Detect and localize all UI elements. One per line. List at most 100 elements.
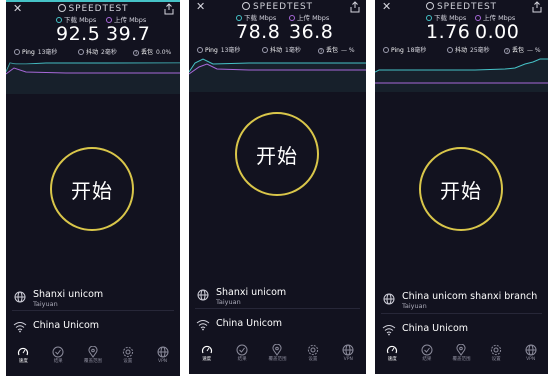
speedtest-screen-3: ✕ SPEEDTEST 下载 Mbps 1.76 上传 Mbps 0.00 Pi… xyxy=(375,0,548,374)
jitter-icon xyxy=(78,49,84,55)
speed-graph xyxy=(6,62,180,94)
location-icon xyxy=(272,344,282,356)
stats-row: Ping 13毫秒 抖动 2毫秒 ? 丢包 0.0% xyxy=(6,48,180,58)
upload-value: 36.8 xyxy=(289,21,334,43)
speed-graph xyxy=(189,58,366,92)
location-icon xyxy=(88,346,98,358)
start-button[interactable]: 开始 xyxy=(235,112,319,196)
isp-row: China Unicom xyxy=(6,318,180,338)
start-button[interactable]: 开始 xyxy=(419,147,503,231)
wifi-icon xyxy=(382,325,396,336)
globe-nav-icon xyxy=(525,344,537,356)
upload-metric: 上传 Mbps 39.7 xyxy=(106,16,170,44)
jitter-stat: 抖动 2毫秒 xyxy=(78,48,117,58)
speed-graph xyxy=(375,58,548,92)
globe-icon xyxy=(14,291,26,303)
share-icon[interactable] xyxy=(163,3,175,15)
upload-metric: 上传 Mbps 36.8 xyxy=(289,14,353,42)
top-bar: ✕ SPEEDTEST xyxy=(189,0,366,14)
server-city: Taiyuan xyxy=(402,302,427,310)
stats-row: Ping 18毫秒 抖动 25毫秒 ? 丢包 — % xyxy=(375,46,548,56)
download-area xyxy=(6,63,180,94)
upload-metric: 上传 Mbps 0.00 xyxy=(475,14,539,42)
stats-row: Ping 13毫秒 抖动 1毫秒 ? 丢包 — % xyxy=(189,46,366,56)
check-icon xyxy=(421,344,433,356)
speedtest-logo-icon xyxy=(426,2,435,10)
ping-stat: Ping 13毫秒 xyxy=(14,48,57,58)
speed-gauge-icon xyxy=(387,345,398,354)
server-row[interactable]: Shanxi unicom Taiyuan xyxy=(189,287,366,307)
nav-vpn[interactable]: VPN xyxy=(150,346,176,365)
nav-settings[interactable]: 设置 xyxy=(483,344,509,363)
bottom-nav: 速度 结果 覆盖范围 设置 VPN xyxy=(375,344,548,374)
jitter-stat: 抖动 25毫秒 xyxy=(447,46,490,56)
speedtest-screen-1: ✕ SPEEDTEST 下载 Mbps 92.5 上传 Mbps 39.7 Pi… xyxy=(6,0,180,376)
speedtest-screen-2: ✕ SPEEDTEST 下载 Mbps 78.8 上传 Mbps 36.8 Pi… xyxy=(189,0,366,374)
ping-icon xyxy=(14,49,20,55)
globe-icon xyxy=(383,293,395,305)
settings-icon xyxy=(490,344,502,356)
wifi-icon xyxy=(13,322,27,333)
globe-nav-icon xyxy=(342,344,354,356)
loss-stat: ? 丢包 0.0% xyxy=(133,49,172,56)
download-area xyxy=(375,59,548,92)
nav-speed[interactable]: 速度 xyxy=(194,344,220,363)
location-icon xyxy=(457,344,466,356)
nav-coverage[interactable]: 覆盖范围 xyxy=(264,344,290,363)
top-bar: ✕ SPEEDTEST xyxy=(375,0,548,14)
isp-name: China Unicom xyxy=(402,323,469,334)
nav-speed[interactable]: 速度 xyxy=(379,344,405,363)
isp-row: China Unicom xyxy=(375,321,548,341)
nav-speed[interactable]: 速度 xyxy=(10,346,36,365)
app-logo: SPEEDTEST xyxy=(6,3,180,15)
loss-stat: ? 丢包 — % xyxy=(318,47,355,54)
speedtest-logo-icon xyxy=(57,4,66,12)
ping-stat: Ping 13毫秒 xyxy=(197,46,240,56)
nav-settings[interactable]: 设置 xyxy=(115,346,141,365)
nav-coverage[interactable]: 覆盖范围 xyxy=(448,344,474,363)
server-row[interactable]: China unicom shanxi branch Taiyuan xyxy=(375,291,548,311)
globe-icon xyxy=(197,289,209,301)
nav-results[interactable]: 结果 xyxy=(229,344,255,363)
start-button[interactable]: 开始 xyxy=(50,147,134,231)
loss-icon: ? xyxy=(133,50,139,56)
divider xyxy=(195,308,360,309)
bottom-nav: 速度 结果 覆盖范围 设置 VPN xyxy=(189,344,366,374)
top-bar: ✕ SPEEDTEST xyxy=(6,2,180,16)
speed-gauge-icon xyxy=(201,345,212,354)
divider xyxy=(12,310,174,311)
nav-results[interactable]: 结果 xyxy=(45,346,71,365)
isp-name: China Unicom xyxy=(216,318,283,329)
isp-name: China Unicom xyxy=(33,320,100,331)
app-logo: SPEEDTEST xyxy=(189,1,366,13)
loss-stat: ? 丢包 — % xyxy=(504,47,541,54)
share-icon[interactable] xyxy=(531,1,543,13)
settings-icon xyxy=(307,344,318,356)
check-icon xyxy=(52,346,64,358)
loss-icon: ? xyxy=(318,48,324,54)
app-logo: SPEEDTEST xyxy=(375,1,548,13)
nav-results[interactable]: 结果 xyxy=(414,344,440,363)
check-icon xyxy=(236,344,248,356)
divider xyxy=(381,313,542,314)
loss-icon: ? xyxy=(504,48,510,54)
speed-gauge-icon xyxy=(18,347,29,356)
server-city: Taiyuan xyxy=(33,300,58,308)
ping-stat: Ping 18毫秒 xyxy=(383,46,426,56)
server-city: Taiyuan xyxy=(216,298,241,306)
wifi-icon xyxy=(196,320,210,331)
nav-vpn[interactable]: VPN xyxy=(518,344,544,363)
nav-settings[interactable]: 设置 xyxy=(300,344,326,363)
upload-value: 39.7 xyxy=(106,23,151,45)
server-row[interactable]: Shanxi unicom Taiyuan xyxy=(6,289,180,309)
share-icon[interactable] xyxy=(349,1,361,13)
nav-coverage[interactable]: 覆盖范围 xyxy=(80,346,106,365)
bottom-nav: 速度 结果 覆盖范围 设置 VPN xyxy=(6,346,180,376)
globe-nav-icon xyxy=(157,346,169,358)
ping-icon xyxy=(197,47,203,53)
jitter-stat: 抖动 1毫秒 xyxy=(262,46,301,56)
upload-value: 0.00 xyxy=(475,21,520,43)
nav-vpn[interactable]: VPN xyxy=(335,344,361,363)
isp-row: China Unicom xyxy=(189,316,366,336)
jitter-icon xyxy=(447,47,453,53)
